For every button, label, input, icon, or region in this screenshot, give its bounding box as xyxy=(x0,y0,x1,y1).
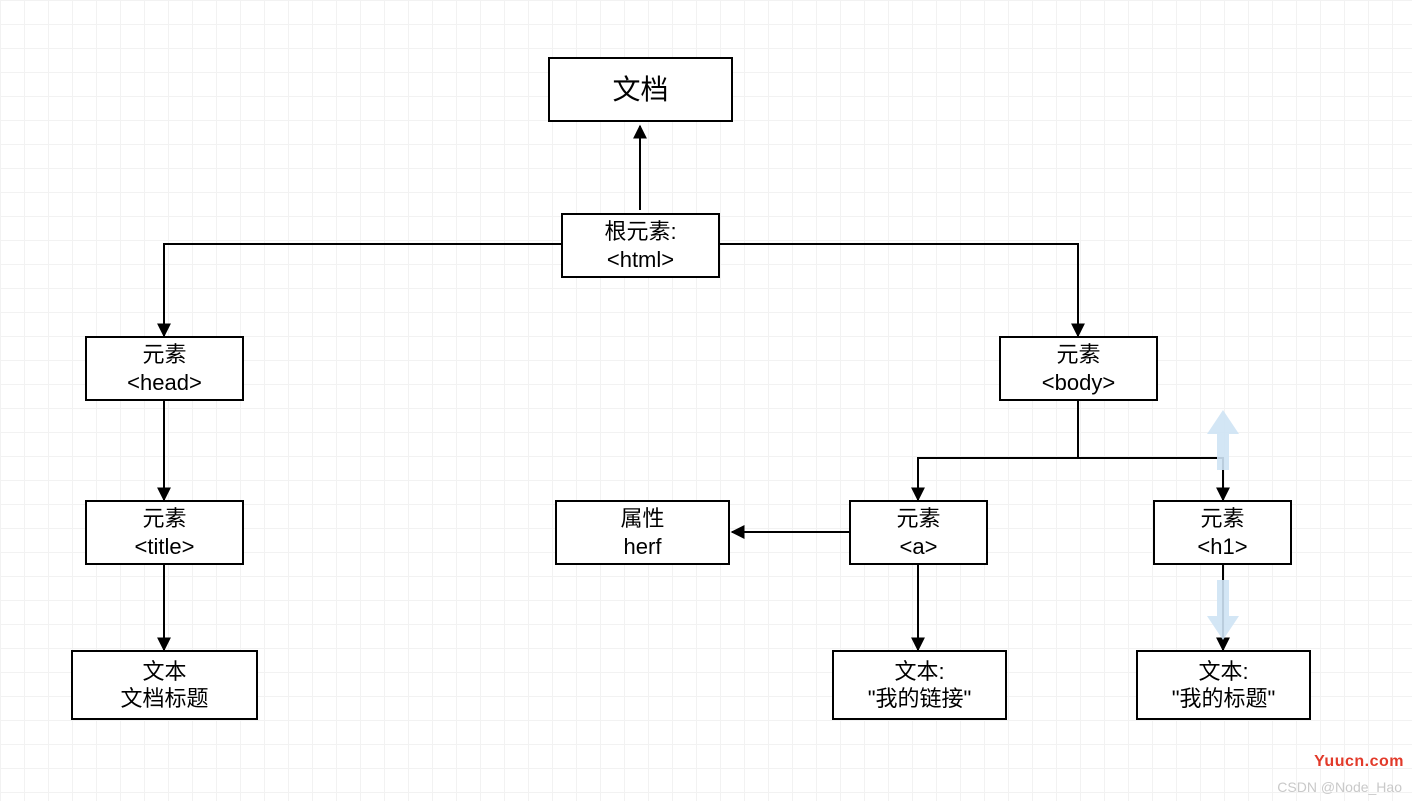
nav-up-icon xyxy=(1203,410,1243,470)
node-text-title: 文本 文档标题 xyxy=(71,650,258,720)
node-label: 元素 xyxy=(1200,505,1244,533)
watermark-author: CSDN @Node_Hao xyxy=(1277,779,1402,795)
node-sub: <body> xyxy=(1042,369,1115,397)
node-attr-herf: 属性 herf xyxy=(555,500,730,565)
node-sub: "我的标题" xyxy=(1172,685,1276,713)
node-text-h1: 文本: "我的标题" xyxy=(1136,650,1311,720)
node-sub: <html> xyxy=(607,246,674,274)
watermark-site: Yuucn.com xyxy=(1314,753,1404,771)
node-sub: <h1> xyxy=(1197,533,1247,561)
node-label: 文本: xyxy=(1198,658,1248,686)
node-label: 元素 xyxy=(142,505,186,533)
node-label: 元素 xyxy=(896,505,940,533)
node-a: 元素 <a> xyxy=(849,500,988,565)
node-title: 元素 <title> xyxy=(85,500,244,565)
node-label: 文本 xyxy=(142,658,186,686)
node-label: 文档 xyxy=(612,72,668,107)
node-text-link: 文本: "我的链接" xyxy=(832,650,1007,720)
node-sub: "我的链接" xyxy=(868,685,972,713)
node-sub: herf xyxy=(624,533,662,561)
node-html: 根元素: <html> xyxy=(561,213,720,278)
node-label: 根元素: xyxy=(604,218,676,246)
node-sub: <a> xyxy=(900,533,938,561)
nav-down-icon xyxy=(1203,580,1243,640)
node-h1: 元素 <h1> xyxy=(1153,500,1292,565)
node-head: 元素 <head> xyxy=(85,336,244,401)
node-body: 元素 <body> xyxy=(999,336,1158,401)
node-label: 元素 xyxy=(1056,341,1100,369)
node-label: 属性 xyxy=(620,505,664,533)
node-sub: <title> xyxy=(135,533,195,561)
node-label: 文本: xyxy=(894,658,944,686)
node-document: 文档 xyxy=(548,57,733,122)
diagram-canvas: 文档 根元素: <html> 元素 <head> 元素 <body> 元素 <t… xyxy=(0,0,1412,801)
node-sub: 文档标题 xyxy=(120,685,208,713)
node-label: 元素 xyxy=(142,341,186,369)
node-sub: <head> xyxy=(127,369,202,397)
